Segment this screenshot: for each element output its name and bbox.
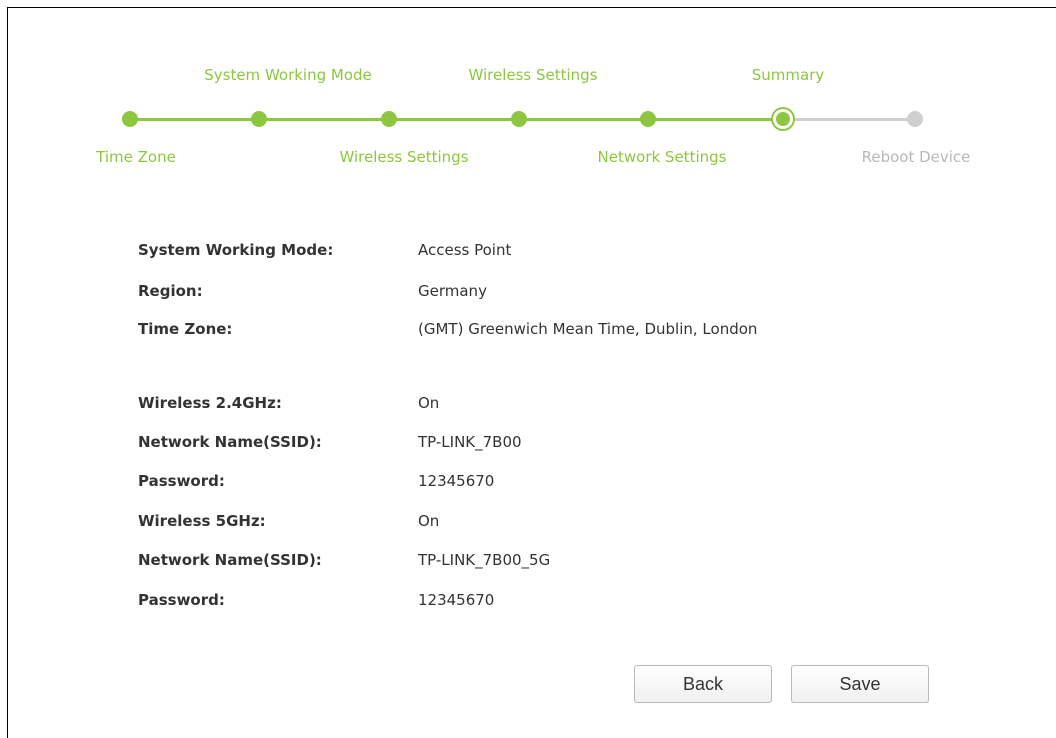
summary-label: Password: [138, 472, 225, 490]
summary-value: On [418, 512, 440, 530]
step-label-wireless-settings-top: Wireless Settings [468, 66, 598, 84]
step-dot-wireless-settings-1 [381, 111, 397, 127]
step-dot-network-settings [640, 111, 656, 127]
step-dot-time-zone [122, 111, 138, 127]
step-label-network-settings: Network Settings [597, 148, 727, 166]
summary-value: TP-LINK_7B00_5G [418, 551, 551, 569]
summary-label: Network Name(SSID): [138, 551, 322, 569]
step-label-system-working-mode: System Working Mode [204, 66, 372, 84]
summary-label: Wireless 5GHz: [138, 512, 266, 530]
summary-value: 12345670 [418, 591, 495, 609]
step-label-wireless-settings-bottom: Wireless Settings [339, 148, 469, 166]
summary-value: 12345670 [418, 472, 495, 490]
step-label-reboot-device: Reboot Device [861, 148, 971, 166]
wizard-stepper: System Working Mode Wireless Settings Su… [0, 0, 1056, 180]
step-label-summary: Summary [751, 66, 825, 84]
summary-value: TP-LINK_7B00 [418, 433, 522, 451]
summary-value: Access Point [418, 241, 512, 259]
summary-label: Password: [138, 591, 225, 609]
stepper-progress-line [130, 118, 783, 121]
save-button[interactable]: Save [791, 665, 929, 703]
summary-value: (GMT) Greenwich Mean Time, Dublin, Londo… [418, 320, 758, 338]
step-dot-reboot-device [907, 111, 923, 127]
step-dot-system-working-mode [251, 111, 267, 127]
summary-value: Germany [418, 282, 487, 300]
summary-label: Region: [138, 282, 203, 300]
summary-label: Wireless 2.4GHz: [138, 394, 282, 412]
summary-label: Network Name(SSID): [138, 433, 322, 451]
step-label-time-zone: Time Zone [96, 148, 176, 166]
stepper-remaining-line [783, 118, 915, 121]
step-dot-summary [776, 112, 790, 126]
summary-label: Time Zone: [138, 320, 233, 338]
back-button[interactable]: Back [634, 665, 772, 703]
step-dot-wireless-settings-2 [511, 111, 527, 127]
summary-label: System Working Mode: [138, 241, 334, 259]
summary-value: On [418, 394, 440, 412]
